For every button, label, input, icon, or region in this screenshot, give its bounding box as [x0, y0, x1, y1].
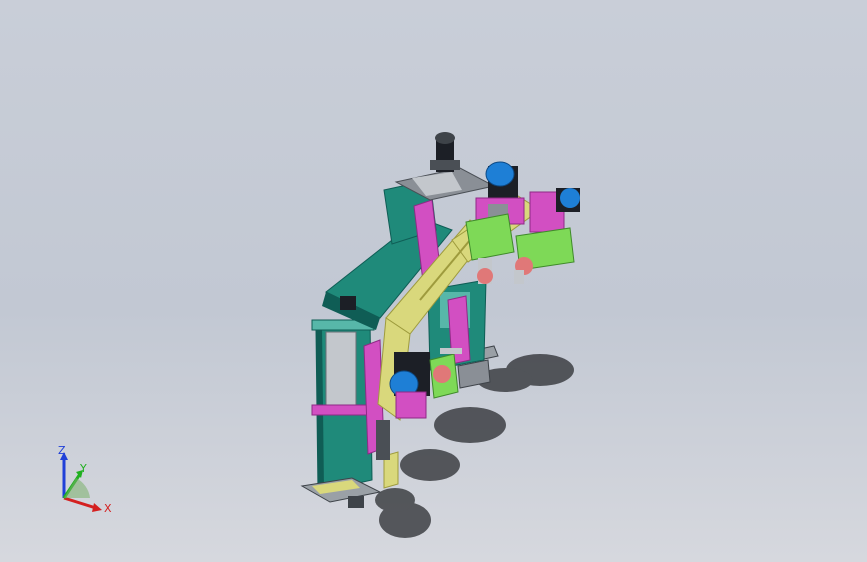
z-axis-label: Z [58, 444, 66, 457]
left-column[interactable] [311, 317, 375, 493]
axis-triad: Z Y X [58, 444, 112, 515]
top-motor-icon[interactable] [430, 132, 460, 172]
y-axis-label: Y [79, 462, 87, 475]
graphics-viewport[interactable]: Z Y X [0, 0, 867, 562]
column-bracket [376, 420, 399, 489]
blue-motor-lower[interactable] [389, 348, 462, 419]
x-axis-label: X [104, 502, 112, 515]
base-foot-left [300, 477, 382, 508]
blue-motor-upper[interactable] [475, 161, 525, 225]
x-axis-arrow [63, 496, 97, 510]
spindle-block-green[interactable] [465, 213, 515, 284]
3d-model-assembly[interactable] [0, 0, 867, 562]
